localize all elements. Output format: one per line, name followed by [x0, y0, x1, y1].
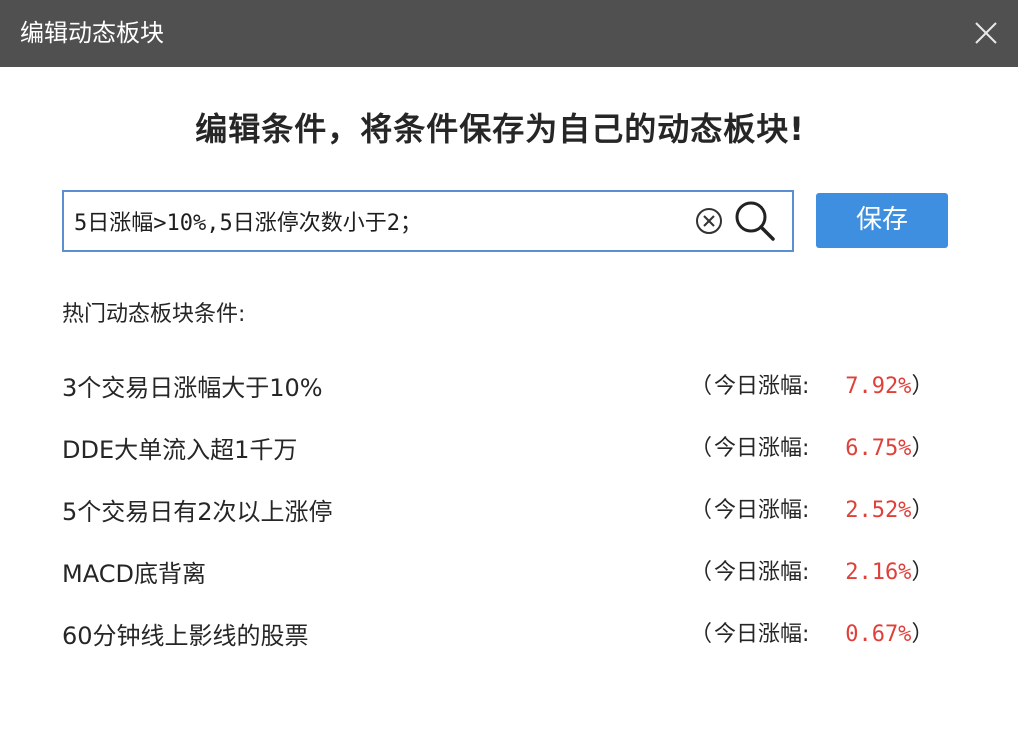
condition-stat: （今日涨幅: 2.52%） [690, 492, 950, 524]
condition-item[interactable]: MACD底背离 （今日涨幅: 2.16%） [0, 540, 1018, 602]
search-button[interactable] [732, 198, 778, 244]
condition-item[interactable]: DDE大单流入超1千万 （今日涨幅: 6.75%） [0, 416, 1018, 478]
stat-label: 今日涨幅: [714, 374, 810, 399]
paren-open: （ [690, 560, 713, 585]
condition-stat: （今日涨幅: 7.92%） [690, 368, 950, 400]
stat-value: 2.52% [845, 498, 912, 523]
stat-label: 今日涨幅: [714, 498, 810, 523]
window-title: 编辑动态板块 [20, 19, 164, 47]
paren-close: ） [911, 622, 934, 647]
close-icon [975, 22, 997, 44]
paren-open: （ [690, 374, 713, 399]
condition-stat: （今日涨幅: 0.67%） [690, 616, 950, 648]
condition-item[interactable]: 3个交易日涨幅大于10% （今日涨幅: 7.92%） [0, 354, 1018, 416]
page-heading: 编辑条件，将条件保存为自己的动态板块! [195, 110, 805, 148]
stat-value: 0.67% [845, 622, 912, 647]
condition-name: 3个交易日涨幅大于10% [62, 374, 323, 402]
paren-close: ） [911, 560, 934, 585]
condition-stat: （今日涨幅: 6.75%） [690, 430, 950, 462]
paren-close: ） [911, 374, 934, 399]
condition-name: MACD底背离 [62, 560, 206, 588]
condition-name: 5个交易日有2次以上涨停 [62, 498, 333, 526]
paren-open: （ [690, 622, 713, 647]
paren-open: （ [690, 498, 713, 523]
condition-stat: （今日涨幅: 2.16%） [690, 554, 950, 586]
stat-value: 7.92% [845, 374, 912, 399]
search-icon [735, 201, 775, 241]
stat-label: 今日涨幅: [714, 622, 810, 647]
stat-label: 今日涨幅: [714, 436, 810, 461]
close-button[interactable] [970, 17, 1002, 49]
section-label: 热门动态板块条件: [62, 302, 246, 327]
stat-value: 6.75% [845, 436, 912, 461]
condition-name: DDE大单流入超1千万 [62, 436, 298, 464]
search-box [62, 190, 794, 252]
condition-name: 60分钟线上影线的股票 [62, 622, 309, 650]
clear-button[interactable] [694, 206, 724, 236]
title-bar: 编辑动态板块 [0, 0, 1018, 67]
stat-label: 今日涨幅: [714, 560, 810, 585]
paren-close: ） [911, 498, 934, 523]
stat-value: 2.16% [845, 560, 912, 585]
paren-open: （ [690, 436, 713, 461]
paren-close: ） [911, 436, 934, 461]
condition-item[interactable]: 60分钟线上影线的股票 （今日涨幅: 0.67%） [0, 602, 1018, 664]
condition-input[interactable] [74, 200, 674, 242]
save-button[interactable]: 保存 [816, 193, 948, 248]
clear-icon [696, 208, 722, 234]
condition-item[interactable]: 5个交易日有2次以上涨停 （今日涨幅: 2.52%） [0, 478, 1018, 540]
